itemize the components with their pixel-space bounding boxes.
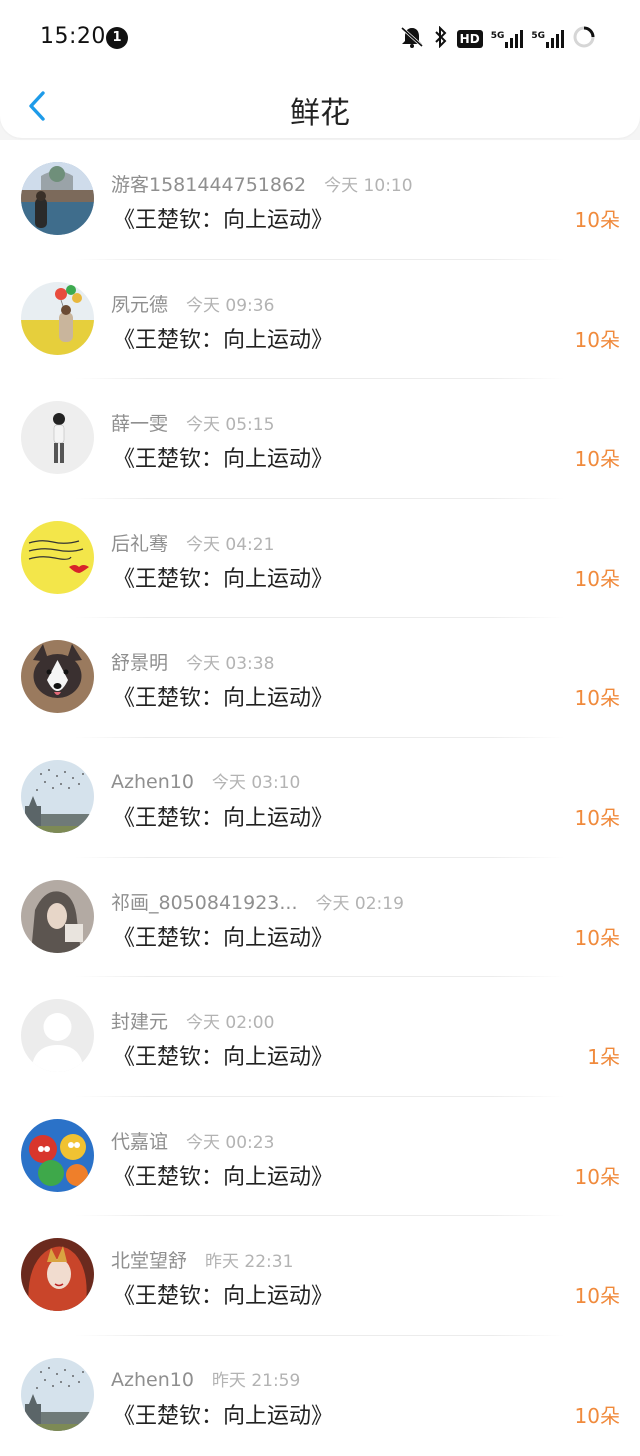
signal-icon-sim2: 5G — [531, 30, 564, 48]
book-title[interactable]: 《王楚钦：向上运动》 — [113, 561, 333, 593]
user-name[interactable]: 游客1581444751862 — [111, 170, 306, 197]
flower-count: 10朵 — [574, 805, 620, 830]
timestamp: 今天 03:38 — [186, 654, 275, 675]
list-item[interactable]: 游客1581444751862 今天 10:10 《王楚钦：向上运动》 10朵 — [0, 140, 640, 260]
book-title[interactable]: 《王楚钦：向上运动》 — [113, 322, 333, 354]
hd-voice-icon: HD — [456, 30, 483, 48]
timestamp: 昨天 22:31 — [205, 1252, 294, 1273]
flower-count: 10朵 — [574, 327, 620, 352]
item-meta: Azhen10 今天 03:10 — [111, 768, 300, 794]
status-time: 15:20 — [40, 24, 106, 49]
flower-count: 10朵 — [574, 566, 620, 591]
flower-count: 10朵 — [574, 447, 620, 472]
notification-badge: 1 — [106, 27, 128, 49]
avatar[interactable] — [21, 162, 94, 235]
status-bar: 15:20 1 HD 5G 5G — [0, 0, 640, 78]
list-item[interactable]: 封建元 今天 02:00 《王楚钦：向上运动》 1朵 — [0, 977, 640, 1097]
flower-count: 10朵 — [574, 1164, 620, 1189]
page-title: 鲜花 — [290, 96, 350, 131]
app-header: 15:20 1 HD 5G 5G 鲜花 — [0, 0, 640, 138]
list-item[interactable]: 薛一雯 今天 05:15 《王楚钦：向上运动》 10朵 — [0, 379, 640, 499]
avatar[interactable] — [21, 759, 94, 833]
book-title[interactable]: 《王楚钦：向上运动》 — [113, 680, 333, 712]
avatar[interactable] — [21, 281, 94, 355]
avatar[interactable] — [21, 1118, 94, 1192]
signal-icon-sim1: 5G — [491, 30, 524, 48]
flower-list: 游客1581444751862 今天 10:10 《王楚钦：向上运动》 10朵 … — [0, 140, 640, 1456]
flower-count: 10朵 — [574, 208, 620, 232]
item-meta: 封建元 今天 02:00 — [111, 1007, 274, 1033]
status-icons: HD 5G 5G — [399, 25, 596, 53]
item-meta: 舒景明 今天 03:38 — [111, 648, 274, 674]
list-item[interactable]: Azhen10 今天 03:10 《王楚钦：向上运动》 10朵 — [0, 737, 640, 858]
book-title[interactable]: 《王楚钦：向上运动》 — [113, 1039, 333, 1071]
list-item[interactable]: 夙元德 今天 09:36 《王楚钦：向上运动》 10朵 — [0, 259, 640, 380]
user-name[interactable]: 后礼骞 — [111, 529, 168, 556]
timestamp: 今天 05:15 — [186, 415, 275, 436]
user-name[interactable]: 夙元德 — [111, 290, 168, 317]
book-title[interactable]: 《王楚钦：向上运动》 — [113, 800, 333, 832]
item-meta: 祁画_8050841923... 今天 02:19 — [111, 888, 404, 914]
network-type-label: 5G — [490, 31, 505, 41]
flower-count: 10朵 — [574, 686, 620, 711]
user-name[interactable]: 祁画_8050841923... — [111, 888, 298, 915]
timestamp: 今天 02:00 — [186, 1013, 275, 1034]
nav-bar: 鲜花 — [0, 78, 640, 138]
item-meta: 北堂望舒 昨天 22:31 — [111, 1246, 293, 1272]
timestamp: 昨天 21:59 — [211, 1370, 301, 1391]
avatar[interactable] — [21, 401, 94, 475]
list-item[interactable]: 舒景明 今天 03:38 《王楚钦：向上运动》 10朵 — [0, 618, 640, 738]
book-title[interactable]: 《王楚钦：向上运动》 — [113, 1159, 333, 1191]
avatar[interactable] — [21, 1357, 94, 1431]
flower-count: 10朵 — [574, 1284, 620, 1309]
flower-count: 10朵 — [574, 925, 620, 950]
timestamp: 今天 00:23 — [186, 1132, 275, 1153]
network-type-label: 5G — [531, 31, 545, 41]
book-title[interactable]: 《王楚钦：向上运动》 — [113, 920, 333, 952]
book-title[interactable]: 《王楚钦：向上运动》 — [113, 1278, 333, 1310]
avatar[interactable] — [21, 999, 94, 1073]
avatar[interactable] — [21, 640, 94, 714]
book-title[interactable]: 《王楚钦：向上运动》 — [113, 441, 333, 473]
timestamp: 今天 02:19 — [315, 893, 404, 914]
list-item[interactable]: 祁画_8050841923... 今天 02:19 《王楚钦：向上运动》 10朵 — [0, 857, 640, 978]
avatar[interactable] — [21, 520, 94, 594]
item-meta: 夙元德 今天 09:36 — [111, 290, 274, 316]
user-name[interactable]: 代嘉谊 — [111, 1127, 168, 1154]
timestamp: 今天 10:10 — [324, 176, 413, 196]
book-title[interactable]: 《王楚钦：向上运动》 — [113, 1398, 333, 1430]
item-meta: 后礼骞 今天 04:21 — [111, 529, 274, 555]
user-name[interactable]: 薛一雯 — [111, 409, 168, 436]
mute-bell-icon — [399, 26, 425, 52]
user-name[interactable]: 舒景明 — [111, 648, 168, 675]
user-name[interactable]: 封建元 — [111, 1007, 168, 1034]
list-item[interactable]: Azhen10 昨天 21:59 《王楚钦：向上运动》 10朵 — [0, 1335, 640, 1456]
user-name[interactable]: 北堂望舒 — [111, 1246, 187, 1273]
flower-count: 1朵 — [587, 1045, 620, 1070]
book-title[interactable]: 《王楚钦：向上运动》 — [113, 202, 333, 234]
item-meta: 薛一雯 今天 05:15 — [111, 409, 274, 435]
avatar[interactable] — [21, 1238, 94, 1312]
loading-ring-icon — [572, 25, 596, 53]
user-name[interactable]: Azhen10 — [111, 1369, 194, 1391]
timestamp: 今天 09:36 — [186, 295, 275, 316]
avatar[interactable] — [21, 879, 94, 953]
list-item[interactable]: 后礼骞 今天 04:21 《王楚钦：向上运动》 10朵 — [0, 498, 640, 619]
flower-count: 10朵 — [574, 1403, 620, 1428]
item-meta: 代嘉谊 今天 00:23 — [111, 1127, 274, 1153]
user-name[interactable]: Azhen10 — [111, 771, 194, 793]
item-meta: Azhen10 昨天 21:59 — [111, 1366, 300, 1392]
bluetooth-icon — [433, 25, 449, 52]
timestamp: 今天 03:10 — [211, 772, 301, 793]
timestamp: 今天 04:21 — [186, 534, 275, 555]
list-item[interactable]: 代嘉谊 今天 00:23 《王楚钦：向上运动》 10朵 — [0, 1096, 640, 1217]
list-item[interactable]: 北堂望舒 昨天 22:31 《王楚钦：向上运动》 10朵 — [0, 1216, 640, 1336]
item-meta: 游客1581444751862 今天 10:10 — [111, 170, 413, 196]
